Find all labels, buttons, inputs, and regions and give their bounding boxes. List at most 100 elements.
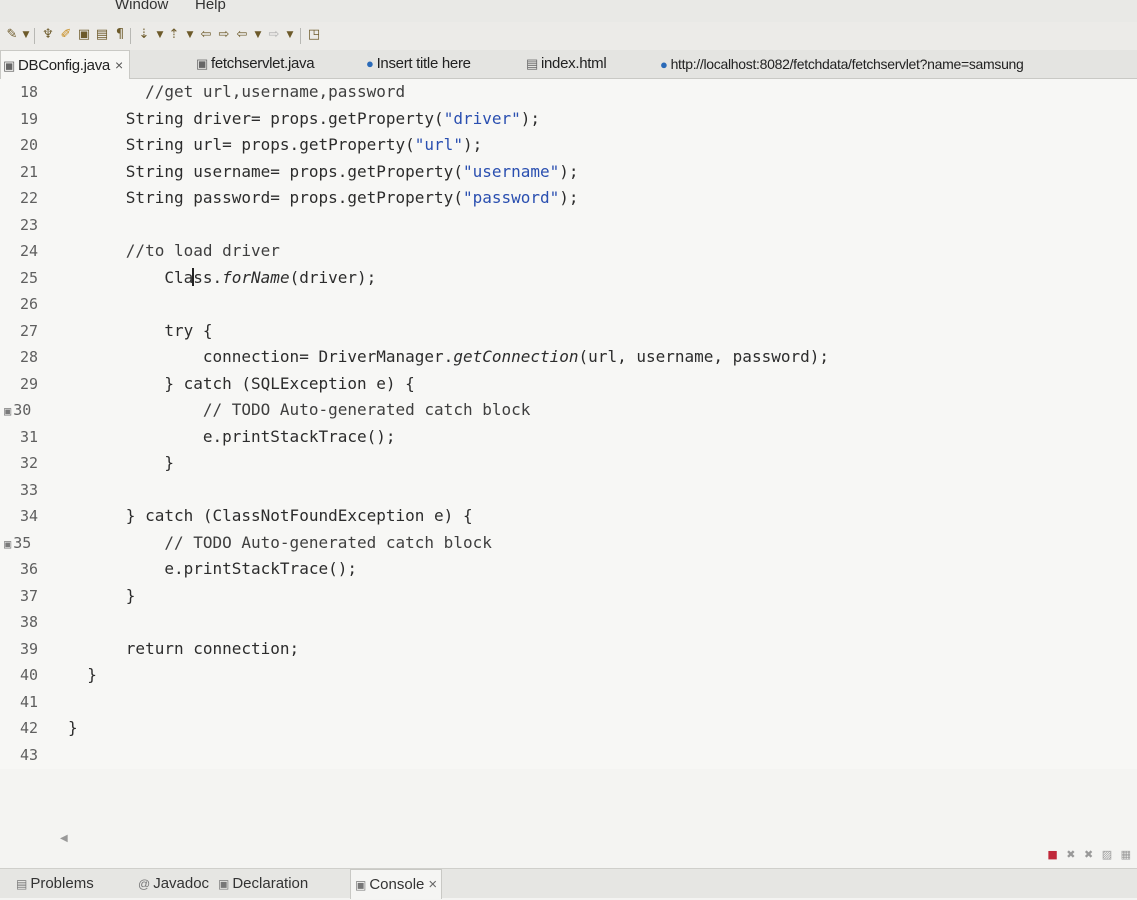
- remove-all-icon[interactable]: ✖: [1084, 848, 1093, 861]
- tab-insert-title-here[interactable]: ● Insert title here: [366, 50, 471, 78]
- back-arrow-icon[interactable]: ⇦: [234, 27, 250, 43]
- line-number: 23: [20, 215, 39, 234]
- tab-fetchservlet-java[interactable]: ▣ fetchservlet.java: [196, 50, 315, 78]
- tab-problems[interactable]: ▤ Problems: [16, 875, 94, 892]
- line-number: 24: [20, 242, 39, 260]
- code-line: 29 } catch (SQLException e) {: [0, 373, 1137, 395]
- line-number: 26: [20, 295, 39, 313]
- scroll-left-icon[interactable]: ◀: [60, 833, 68, 844]
- horizontal-scrollbar[interactable]: ◀: [60, 833, 1060, 847]
- code-text: String username= props.getProperty("user…: [68, 161, 579, 181]
- line-number: 39: [20, 639, 39, 658]
- menu-help[interactable]: Help: [195, 0, 226, 13]
- tab-label: DBConfig.java: [17, 57, 110, 74]
- code-line: 28 connection= DriverManager.getConnecti…: [0, 346, 1137, 368]
- tab-declaration[interactable]: ▣ Declaration: [218, 875, 308, 892]
- java-file-icon: ▣: [196, 56, 208, 71]
- code-line: 27 try {: [0, 320, 1137, 342]
- open-perspective-icon[interactable]: ◳: [306, 27, 322, 43]
- menu-window[interactable]: Window: [115, 0, 168, 13]
- code-line: 37 }: [0, 585, 1137, 607]
- task-marker-icon[interactable]: ▣: [4, 404, 11, 418]
- whitespace-icon[interactable]: ¶: [112, 27, 128, 43]
- code-text: } catch (SQLException e) {: [68, 373, 415, 393]
- code-line: 23: [0, 214, 1137, 236]
- dropdown-arrow-icon[interactable]: ▼: [18, 27, 34, 43]
- terminate-icon[interactable]: ■: [1047, 848, 1057, 861]
- tab-localhost-url[interactable]: ● http://localhost:8082/fetchdata/fetchse…: [660, 50, 1024, 78]
- forward-icon[interactable]: ⇨: [266, 27, 282, 43]
- code-text: //to load driver: [68, 241, 280, 260]
- code-text: }: [68, 453, 174, 472]
- editor-tab-bar: ▣ DBConfig.java × ▣ fetchservlet.java ● Inse…: [0, 50, 1137, 79]
- code-line: 39 return connection;: [0, 638, 1137, 660]
- dropdown-arrow-icon[interactable]: ▼: [250, 27, 266, 43]
- code-line: 22 String password= props.getProperty("p…: [0, 187, 1137, 209]
- code-text: String password= props.getProperty("pass…: [68, 188, 579, 207]
- remove-launch-icon[interactable]: ✖: [1066, 848, 1075, 861]
- bottom-panel-tabs: ▤ Problems @ Javadoc ▣ Declaration ▣ Console…: [0, 868, 1137, 899]
- line-number: 18: [20, 83, 39, 101]
- line-number: 22: [20, 189, 39, 207]
- tab-label: Console: [369, 876, 425, 893]
- code-line: 20 String url= props.getProperty("url");: [0, 134, 1137, 156]
- code-line: 26: [0, 293, 1137, 315]
- dropdown-arrow-icon[interactable]: ▼: [282, 27, 298, 43]
- code-text: //get url,username,password: [68, 82, 406, 101]
- code-text: } catch (ClassNotFoundException e) {: [68, 506, 473, 525]
- back-icon[interactable]: ⇨: [216, 27, 232, 43]
- highlight-icon[interactable]: ✐: [58, 27, 74, 43]
- next-annotation-icon[interactable]: ⇣: [136, 27, 152, 43]
- code-text: }: [68, 718, 78, 737]
- line-number: 27: [20, 321, 39, 340]
- tab-label: Insert title here: [376, 55, 471, 72]
- tab-label: index.html: [540, 55, 607, 72]
- code-text: Class.forName(driver);: [68, 267, 377, 287]
- dropdown-arrow-icon[interactable]: ▼: [182, 27, 198, 43]
- annotation-icon[interactable]: ♆: [40, 27, 56, 43]
- tab-dbconfig-java[interactable]: ▣ DBConfig.java ×: [0, 50, 130, 79]
- tab-label: Javadoc: [153, 875, 210, 892]
- code-text: }: [68, 665, 97, 684]
- tab-javadoc[interactable]: @ Javadoc: [138, 875, 209, 892]
- line-number: 31: [20, 427, 39, 446]
- block-selection-icon[interactable]: ▤: [94, 27, 110, 43]
- tab-console[interactable]: ▣ Console ×: [350, 869, 443, 899]
- line-number: 38: [20, 613, 39, 631]
- line-number: 41: [20, 692, 39, 711]
- code-line: ▣ 35 // TODO Auto-generated catch block: [0, 532, 1137, 554]
- code-line: ▣ 30 // TODO Auto-generated catch block: [0, 399, 1137, 421]
- tab-label: fetchservlet.java: [210, 55, 315, 72]
- line-number: 37: [20, 586, 39, 605]
- globe-icon: ●: [660, 57, 668, 72]
- code-text: }: [68, 585, 136, 605]
- code-text: connection= DriverManager.getConnection(…: [68, 347, 829, 366]
- code-line: 38: [0, 611, 1137, 633]
- clear-console-icon[interactable]: ▨: [1102, 848, 1112, 861]
- code-line: 40 }: [0, 664, 1137, 686]
- line-number: 28: [20, 348, 39, 366]
- tab-index-html[interactable]: ▤ index.html: [526, 50, 607, 78]
- line-number: 29: [20, 374, 39, 393]
- mark-icon[interactable]: ▣: [76, 27, 92, 43]
- line-number: ▣ 35: [4, 533, 32, 552]
- close-icon[interactable]: ×: [115, 57, 123, 73]
- scroll-lock-icon[interactable]: ▦: [1121, 848, 1131, 861]
- code-text: return connection;: [68, 638, 300, 658]
- last-edit-icon[interactable]: ⇦: [198, 27, 214, 43]
- javadoc-icon: @: [138, 877, 151, 891]
- prev-annotation-icon[interactable]: ⇡: [166, 27, 182, 43]
- java-file-icon: ▣: [3, 58, 15, 73]
- line-number: 34: [20, 507, 39, 525]
- declaration-icon: ▣: [218, 877, 230, 891]
- console-icon: ▣: [355, 878, 367, 892]
- code-line: 41: [0, 691, 1137, 713]
- close-icon[interactable]: ×: [428, 876, 437, 893]
- code-text: try {: [68, 320, 213, 340]
- task-marker-icon[interactable]: ▣: [4, 537, 11, 551]
- code-text: String url= props.getProperty("url");: [68, 135, 483, 154]
- code-line: 43: [0, 744, 1137, 766]
- code-editor[interactable]: 18 //get url,username,password 19 String …: [0, 79, 1137, 844]
- code-line: 36 e.printStackTrace();: [0, 558, 1137, 580]
- code-line: 32 }: [0, 452, 1137, 474]
